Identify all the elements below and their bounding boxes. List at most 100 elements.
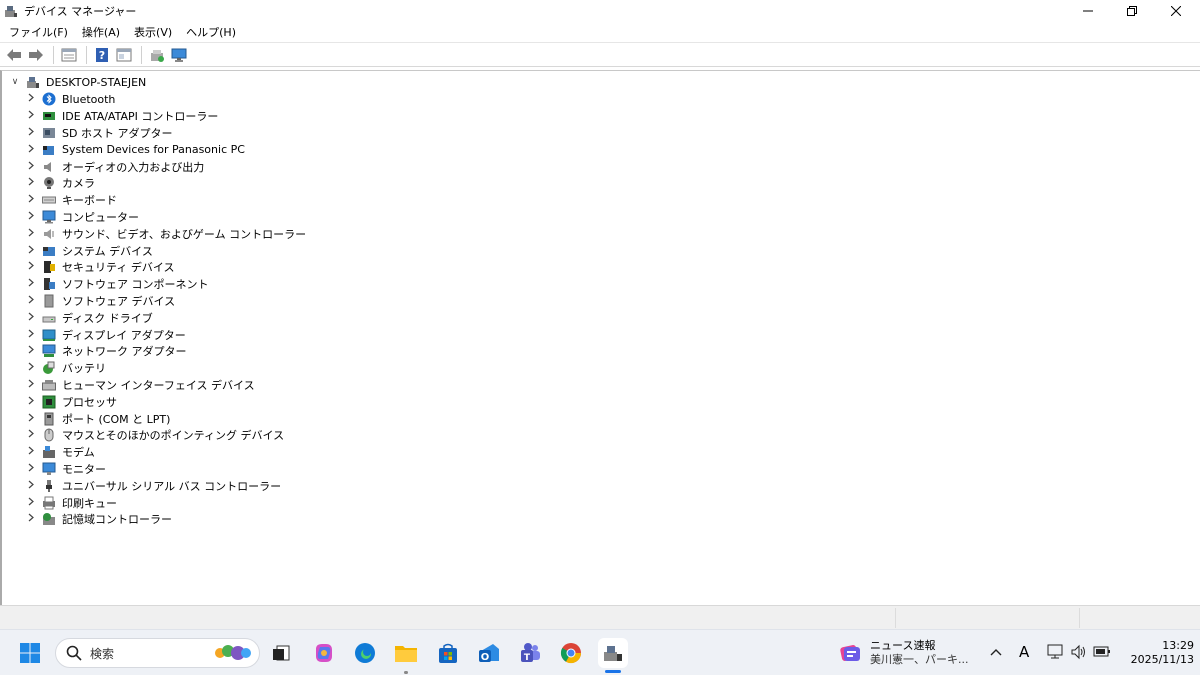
menu-action[interactable]: 操作(A): [75, 23, 127, 42]
tree-item[interactable]: ポート (COM と LPT): [2, 410, 306, 427]
chevron-right-icon[interactable]: [26, 362, 36, 374]
copilot-button[interactable]: [309, 638, 339, 668]
taskbar-search[interactable]: 検索: [55, 638, 260, 668]
chevron-right-icon[interactable]: [26, 245, 36, 257]
tree-item-label: カメラ: [62, 177, 95, 191]
folder-icon: [395, 646, 417, 662]
scan-hardware-button[interactable]: [169, 45, 189, 65]
back-button[interactable]: [4, 45, 24, 65]
restore-button[interactable]: [1110, 0, 1154, 22]
tree-item[interactable]: マウスとそのほかのポインティング デバイス: [2, 427, 306, 444]
volume-icon[interactable]: [1070, 644, 1088, 660]
chevron-right-icon[interactable]: [26, 379, 36, 391]
tree-item[interactable]: 印刷キュー: [2, 494, 306, 511]
chevron-right-icon[interactable]: [26, 513, 36, 525]
tree-item[interactable]: プロセッサ: [2, 393, 306, 410]
menu-view[interactable]: 表示(V): [127, 23, 179, 42]
device-manager-taskbar-button[interactable]: [598, 638, 628, 668]
chevron-right-icon[interactable]: [26, 228, 36, 240]
help-icon: ?: [96, 47, 108, 62]
ime-indicator[interactable]: A: [1019, 643, 1029, 661]
tree-item[interactable]: サウンド、ビデオ、およびゲーム コントローラー: [2, 225, 306, 242]
tree-root[interactable]: ∨ DESKTOP-STAEJEN: [10, 74, 147, 90]
chevron-right-icon[interactable]: [26, 413, 36, 425]
properties-button[interactable]: [59, 45, 79, 65]
tree-item[interactable]: ソフトウェア コンポーネント: [2, 276, 306, 293]
microsoft-store-button[interactable]: [433, 638, 463, 668]
chevron-right-icon[interactable]: [26, 329, 36, 341]
tree-item[interactable]: ネットワーク アダプター: [2, 343, 306, 360]
menu-help[interactable]: ヘルプ(H): [179, 23, 243, 42]
mouse-icon: [44, 428, 54, 442]
chevron-right-icon[interactable]: [26, 480, 36, 492]
forward-button[interactable]: [26, 45, 46, 65]
windows-start-icon: [20, 643, 40, 663]
tree-item[interactable]: コンピューター: [2, 209, 306, 226]
menu-file[interactable]: ファイル(F): [0, 23, 75, 42]
chevron-right-icon[interactable]: [26, 295, 36, 307]
tree-item-label: ディスク ドライブ: [62, 311, 153, 325]
clock[interactable]: 13:29 2025/11/13: [1118, 639, 1194, 667]
tree-item[interactable]: オーディオの入力および出力: [2, 158, 306, 175]
help-button[interactable]: ?: [92, 45, 112, 65]
chevron-right-icon[interactable]: [26, 497, 36, 509]
tree-item[interactable]: ソフトウェア デバイス: [2, 293, 306, 310]
task-view-button[interactable]: [266, 638, 296, 668]
tree-item[interactable]: セキュリティ デバイス: [2, 259, 306, 276]
edge-button[interactable]: [350, 638, 380, 668]
tree-item-label: ソフトウェア デバイス: [62, 294, 176, 308]
tree-item[interactable]: IDE ATA/ATAPI コントローラー: [2, 108, 306, 125]
tree-item[interactable]: モデム: [2, 444, 306, 461]
chevron-right-icon[interactable]: [26, 261, 36, 273]
tree-item[interactable]: システム デバイス: [2, 242, 306, 259]
teams-button[interactable]: T: [515, 638, 545, 668]
chevron-right-icon[interactable]: [26, 463, 36, 475]
tree-item[interactable]: 記憶域コントローラー: [2, 511, 306, 528]
network-icon[interactable]: [1047, 644, 1065, 660]
camera-icon: [44, 177, 54, 190]
chevron-right-icon[interactable]: [26, 194, 36, 206]
chevron-right-icon[interactable]: [26, 312, 36, 324]
chevron-up-icon[interactable]: [990, 647, 1002, 657]
audio-icon: [44, 161, 51, 172]
start-button[interactable]: [15, 638, 45, 668]
file-explorer-button[interactable]: [391, 638, 421, 668]
device-manager-icon: [604, 646, 622, 661]
chevron-right-icon[interactable]: [26, 110, 36, 122]
chrome-button[interactable]: [556, 638, 586, 668]
chevron-right-icon[interactable]: [26, 446, 36, 458]
chrome-icon: [560, 643, 582, 664]
tree-item[interactable]: カメラ: [2, 175, 306, 192]
tree-item[interactable]: System Devices for Panasonic PC: [2, 141, 306, 158]
tree-item[interactable]: ディスク ドライブ: [2, 309, 306, 326]
close-button[interactable]: [1154, 0, 1198, 22]
toolbar-separator: [141, 45, 142, 64]
outlook-button[interactable]: O: [474, 638, 504, 668]
tree-item[interactable]: Bluetooth: [2, 91, 306, 108]
chevron-down-icon[interactable]: ∨: [10, 77, 20, 87]
tree-item[interactable]: ヒューマン インターフェイス デバイス: [2, 377, 306, 394]
tree-item-label: Bluetooth: [62, 92, 116, 106]
tree-item[interactable]: ディスプレイ アダプター: [2, 326, 306, 343]
tree-item[interactable]: モニター: [2, 461, 306, 478]
battery-icon[interactable]: [1093, 645, 1111, 659]
tree-item-label: ヒューマン インターフェイス デバイス: [62, 378, 255, 392]
chevron-right-icon[interactable]: [26, 177, 36, 189]
chevron-right-icon[interactable]: [26, 429, 36, 441]
minimize-button[interactable]: [1066, 0, 1110, 22]
tree-item[interactable]: バッテリ: [2, 360, 306, 377]
update-driver-button[interactable]: [147, 45, 167, 65]
chevron-right-icon[interactable]: [26, 144, 36, 156]
chevron-right-icon[interactable]: [26, 211, 36, 223]
chevron-right-icon[interactable]: [26, 396, 36, 408]
show-hide-button[interactable]: [114, 45, 134, 65]
tree-item[interactable]: ユニバーサル シリアル バス コントローラー: [2, 477, 306, 494]
chevron-right-icon[interactable]: [26, 278, 36, 290]
chevron-right-icon[interactable]: [26, 345, 36, 357]
chevron-right-icon[interactable]: [26, 161, 36, 173]
tree-item[interactable]: SD ホスト アダプター: [2, 125, 306, 142]
news-widget[interactable]: ニュース速報 美川憲一、パーキ...: [838, 639, 969, 667]
tree-item[interactable]: キーボード: [2, 192, 306, 209]
chevron-right-icon[interactable]: [26, 127, 36, 139]
chevron-right-icon[interactable]: [26, 93, 36, 105]
